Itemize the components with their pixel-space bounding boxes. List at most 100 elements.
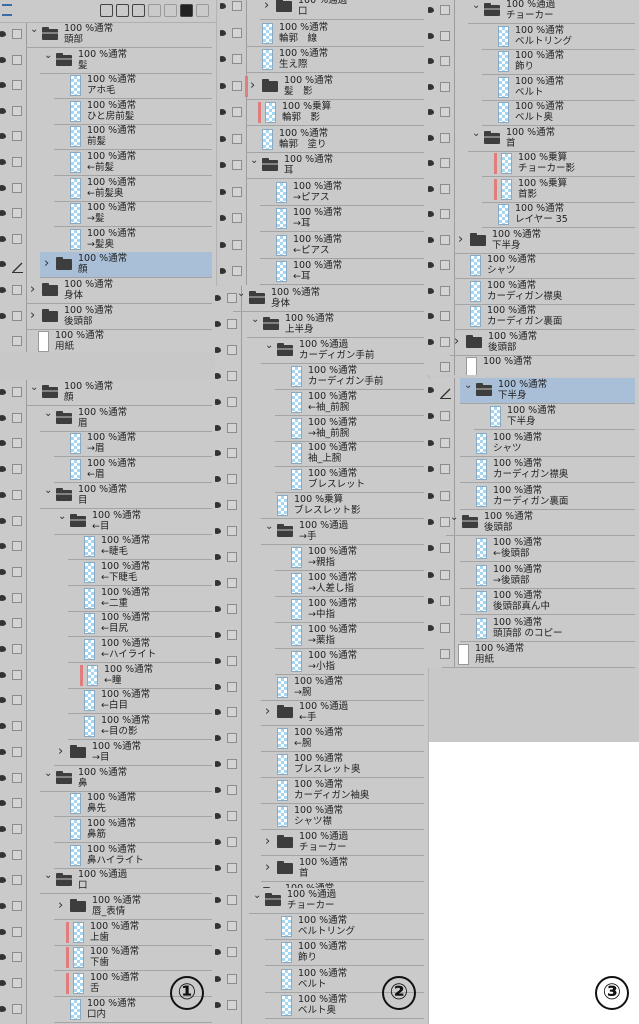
eye-icon[interactable] bbox=[220, 268, 226, 274]
lock-checkbox[interactable] bbox=[227, 921, 237, 932]
chevron-down-icon[interactable]: ⌄ bbox=[253, 890, 261, 902]
eye-icon[interactable] bbox=[220, 241, 226, 248]
lock-checkbox[interactable] bbox=[232, 107, 242, 117]
lock-checkbox[interactable] bbox=[232, 1, 242, 11]
chevron-down-icon[interactable]: ⌄ bbox=[472, 0, 480, 12]
eye-icon[interactable] bbox=[428, 598, 434, 605]
layer-row[interactable]: 100 %通常 ←睫毛 bbox=[0, 534, 216, 561]
layer-row[interactable]: 100 %通常 ←後頭部 bbox=[428, 536, 639, 563]
chevron-down-icon[interactable]: ⌄ bbox=[251, 314, 259, 326]
eye-icon[interactable] bbox=[0, 82, 6, 89]
layer-row[interactable]: 100 %通常 ←腕 bbox=[215, 726, 428, 753]
chevron-right-icon[interactable]: › bbox=[44, 257, 49, 270]
eye-icon[interactable] bbox=[0, 800, 6, 807]
lock-checkbox[interactable] bbox=[12, 438, 22, 449]
layer-row[interactable]: › 100 %通過 ←手 bbox=[215, 700, 428, 727]
lock-checkbox[interactable] bbox=[227, 396, 237, 407]
layer-row[interactable]: 100 %通常 後頭部真ん中 bbox=[428, 589, 639, 616]
chevron-down-icon[interactable]: ⌄ bbox=[44, 768, 52, 780]
chevron-down-icon[interactable]: ⌄ bbox=[265, 521, 273, 533]
lock-checkbox[interactable] bbox=[12, 515, 22, 526]
eye-icon[interactable] bbox=[0, 440, 6, 447]
layer-row[interactable]: 100 %通常 ←目尻 bbox=[0, 611, 216, 638]
lock-checkbox[interactable] bbox=[227, 422, 237, 433]
eye-icon[interactable] bbox=[215, 554, 221, 560]
eye-icon[interactable] bbox=[428, 236, 434, 243]
lock-checkbox[interactable] bbox=[440, 132, 450, 143]
layer-row[interactable]: 100 %通常 ←眉 bbox=[0, 457, 216, 484]
layer-row[interactable]: 100 %通常 カーディガン袖奥 bbox=[215, 778, 428, 805]
lock-checkbox[interactable] bbox=[227, 707, 237, 718]
layer-row[interactable]: 100 %通常 ブレスレット奥 bbox=[215, 752, 428, 779]
eye-icon[interactable] bbox=[220, 29, 226, 36]
lock-checkbox[interactable] bbox=[12, 131, 22, 142]
lock-checkbox[interactable] bbox=[12, 310, 22, 321]
eye-icon[interactable] bbox=[428, 185, 434, 192]
layer-row[interactable]: 100 %通常 ベルトリング bbox=[428, 24, 639, 50]
lock-checkbox[interactable] bbox=[12, 489, 22, 500]
layer-row[interactable]: › 100 %通過口 bbox=[220, 0, 428, 20]
layer-row[interactable]: › 100 %通常髪 影 bbox=[220, 74, 428, 100]
layer-row[interactable]: ⌄ 100 %通常顔 bbox=[0, 380, 216, 406]
apply-mask-icon[interactable] bbox=[196, 4, 209, 17]
eye-icon[interactable] bbox=[0, 414, 6, 421]
layer-row[interactable]: ⌄ 100 %通常 頭部 bbox=[0, 22, 216, 48]
layer-row[interactable]: 100 %通常 飾り bbox=[215, 940, 428, 967]
eye-icon[interactable] bbox=[0, 107, 6, 114]
layer-row[interactable]: 100 %通常 輪郭 塗り bbox=[220, 127, 428, 153]
layer-row[interactable]: ⌄ 100 %通常 後頭部 bbox=[428, 510, 639, 536]
lock-checkbox[interactable] bbox=[227, 681, 237, 692]
layer-row[interactable]: 100 %通常 ←ハイライト bbox=[0, 637, 216, 663]
lock-checkbox[interactable] bbox=[12, 80, 22, 91]
eye-icon[interactable] bbox=[215, 424, 221, 431]
eye-icon[interactable] bbox=[215, 897, 221, 903]
lock-checkbox[interactable] bbox=[12, 566, 22, 577]
new-folder-icon[interactable] bbox=[132, 4, 145, 17]
eye-icon[interactable] bbox=[215, 1001, 221, 1008]
layer-row[interactable]: 100 %乗算 チョーカー影 bbox=[428, 151, 639, 177]
layer-row[interactable]: ⌄ 100 %通常耳 bbox=[220, 153, 428, 179]
layer-row[interactable]: 100 %通常 ひと房前髪 bbox=[0, 99, 216, 125]
eye-icon[interactable] bbox=[220, 188, 226, 195]
lock-checkbox[interactable] bbox=[12, 798, 22, 809]
layer-row[interactable]: 100 %通常 輪郭 線 bbox=[220, 21, 428, 47]
eye-icon[interactable] bbox=[215, 813, 221, 819]
layer-row[interactable]: 100 %通常 用紙 bbox=[0, 329, 216, 352]
eye-icon[interactable] bbox=[0, 568, 6, 575]
eye-icon[interactable] bbox=[215, 502, 221, 509]
lock-checkbox[interactable] bbox=[440, 5, 450, 15]
eye-icon[interactable] bbox=[220, 82, 226, 89]
lock-checkbox[interactable] bbox=[12, 387, 22, 397]
layer-row[interactable]: 100 %通常 カーディガン襟奥 bbox=[428, 457, 639, 484]
lock-checkbox[interactable] bbox=[227, 785, 237, 796]
lock-checkbox[interactable] bbox=[440, 517, 450, 527]
lock-checkbox[interactable] bbox=[12, 644, 22, 654]
layer-row[interactable]: ⌄ 100 %通常 ←目 bbox=[0, 509, 216, 535]
layer-row[interactable]: 100 %通常 カーディガン裏面 bbox=[428, 484, 639, 510]
eye-icon[interactable] bbox=[0, 31, 6, 37]
layer-row[interactable]: 100 %乗算 ブレスレット影 bbox=[215, 493, 428, 520]
layer-row[interactable]: ⌄ 100 %通過 カーディガン手前 bbox=[215, 338, 428, 364]
eye-icon[interactable] bbox=[0, 287, 6, 293]
lock-checkbox[interactable] bbox=[440, 543, 450, 554]
layer-row[interactable]: 100 %通常 ←二重 bbox=[0, 586, 216, 612]
lock-checkbox[interactable] bbox=[232, 27, 242, 38]
layer-row[interactable]: 100 %乗算 輪郭 影 bbox=[220, 100, 428, 126]
eye-icon[interactable] bbox=[215, 838, 221, 845]
layer-row[interactable]: 100 %通常 ベルト奥 bbox=[428, 100, 639, 126]
layer-row[interactable]: › 100 %通常 後頭部 bbox=[0, 304, 216, 330]
layer-row[interactable]: › 100 %通常 下半身 bbox=[428, 228, 639, 254]
lock-checkbox[interactable] bbox=[12, 669, 22, 680]
lock-checkbox[interactable] bbox=[227, 344, 237, 355]
layer-row[interactable]: 100 %通常 ←前髪奥 bbox=[0, 176, 216, 202]
lock-checkbox[interactable] bbox=[227, 973, 237, 984]
eye-icon[interactable] bbox=[220, 3, 226, 9]
chevron-down-icon[interactable]: ⌄ bbox=[44, 50, 52, 62]
layer-row[interactable]: 100 %通常 アホ毛 bbox=[0, 73, 216, 100]
eye-icon[interactable] bbox=[215, 450, 221, 457]
lock-checkbox[interactable] bbox=[232, 213, 242, 223]
eye-icon[interactable] bbox=[215, 346, 221, 353]
eye-icon[interactable] bbox=[428, 134, 434, 141]
layer-row[interactable]: 100 %通常 ←目の影 bbox=[0, 714, 216, 741]
lock-checkbox[interactable] bbox=[227, 448, 237, 459]
